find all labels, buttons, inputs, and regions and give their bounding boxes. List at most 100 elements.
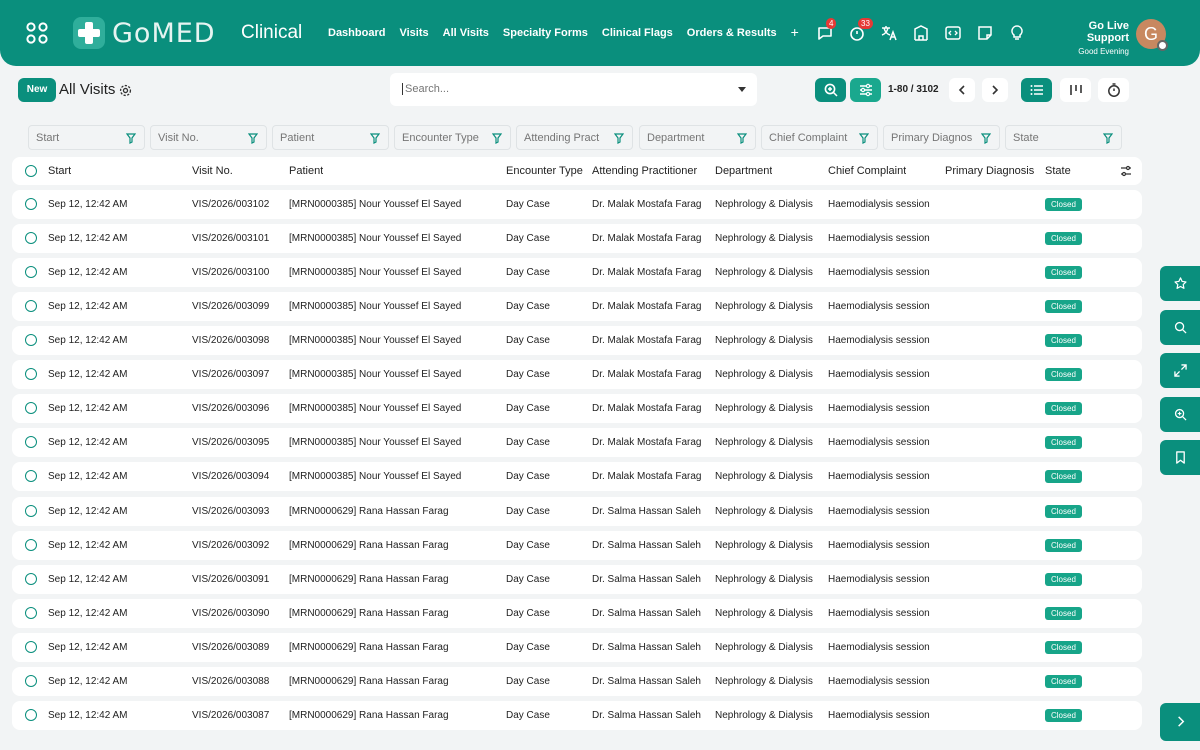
- column-header-patient[interactable]: Patient: [289, 157, 323, 185]
- column-header-attending-practitioner[interactable]: Attending Practitioner: [592, 157, 697, 185]
- chat-icon[interactable]: 4: [816, 18, 837, 42]
- cell-patient: [MRN0000385] Nour Youssef El Sayed: [289, 199, 462, 210]
- filter-state-input[interactable]: [1013, 132, 1105, 144]
- row-select-radio[interactable]: [25, 709, 37, 721]
- note-icon[interactable]: [976, 24, 994, 42]
- funnel-icon[interactable]: [248, 133, 258, 144]
- nav-add-button[interactable]: +: [791, 24, 799, 40]
- side-bookmark-button[interactable]: [1160, 440, 1200, 475]
- table-row[interactable]: Sep 12, 12:42 AM VIS/2026/003102 [MRN000…: [12, 190, 1142, 219]
- column-header-state[interactable]: State: [1045, 157, 1071, 185]
- column-header-department[interactable]: Department: [715, 157, 772, 185]
- translate-icon[interactable]: [880, 24, 898, 42]
- table-row[interactable]: Sep 12, 12:42 AM VIS/2026/003096 [MRN000…: [12, 394, 1142, 423]
- nav-all-visits[interactable]: All Visits: [443, 27, 489, 40]
- table-row[interactable]: Sep 12, 12:42 AM VIS/2026/003091 [MRN000…: [12, 565, 1142, 594]
- filter-chief-complaint-input[interactable]: [769, 132, 861, 144]
- row-select-radio[interactable]: [25, 470, 37, 482]
- column-header-visit-no[interactable]: Visit No.: [192, 157, 233, 185]
- row-select-radio[interactable]: [25, 641, 37, 653]
- funnel-icon[interactable]: [126, 133, 136, 144]
- side-expand-button[interactable]: [1160, 353, 1200, 388]
- status-badge: Closed: [1045, 641, 1082, 654]
- funnel-icon[interactable]: [492, 133, 502, 144]
- row-select-radio[interactable]: [25, 607, 37, 619]
- table-row[interactable]: Sep 12, 12:42 AM VIS/2026/003092 [MRN000…: [12, 531, 1142, 560]
- row-select-radio[interactable]: [25, 198, 37, 210]
- row-select-radio[interactable]: [25, 539, 37, 551]
- table-row[interactable]: Sep 12, 12:42 AM VIS/2026/003101 [MRN000…: [12, 224, 1142, 253]
- filter-department: [639, 125, 756, 150]
- search-dropdown-icon[interactable]: [738, 87, 746, 92]
- column-header-chief-complaint[interactable]: Chief Complaint: [828, 157, 906, 185]
- code-icon[interactable]: [944, 24, 962, 42]
- prev-page-button[interactable]: [949, 78, 975, 102]
- column-settings-icon[interactable]: [1120, 165, 1132, 177]
- side-favorites-button[interactable]: [1160, 266, 1200, 301]
- table-row[interactable]: Sep 12, 12:42 AM VIS/2026/003088 [MRN000…: [12, 667, 1142, 696]
- new-button[interactable]: New: [18, 78, 56, 102]
- building-icon[interactable]: [912, 24, 930, 42]
- filter-settings-button[interactable]: [850, 78, 881, 102]
- search-input[interactable]: [402, 83, 722, 95]
- nav-clinical-flags[interactable]: Clinical Flags: [602, 27, 673, 40]
- side-panel-toggle-button[interactable]: [1160, 703, 1200, 741]
- row-select-radio[interactable]: [25, 232, 37, 244]
- side-zoom-button[interactable]: [1160, 397, 1200, 432]
- table-row[interactable]: Sep 12, 12:42 AM VIS/2026/003090 [MRN000…: [12, 599, 1142, 628]
- row-select-radio[interactable]: [25, 675, 37, 687]
- column-header-encounter-type[interactable]: Encounter Type: [506, 157, 583, 185]
- side-search-button[interactable]: [1160, 310, 1200, 345]
- row-select-radio[interactable]: [25, 334, 37, 346]
- filter-visit-no-input[interactable]: [158, 132, 250, 144]
- timer-icon[interactable]: 33: [848, 18, 873, 42]
- table-row[interactable]: Sep 12, 12:42 AM VIS/2026/003089 [MRN000…: [12, 633, 1142, 662]
- row-select-radio[interactable]: [25, 300, 37, 312]
- table-row[interactable]: Sep 12, 12:42 AM VIS/2026/003100 [MRN000…: [12, 258, 1142, 287]
- next-page-button[interactable]: [982, 78, 1008, 102]
- gear-icon[interactable]: [119, 84, 132, 97]
- logo[interactable]: GoMED: [72, 16, 216, 50]
- row-select-radio[interactable]: [25, 573, 37, 585]
- table-row[interactable]: Sep 12, 12:42 AM VIS/2026/003087 [MRN000…: [12, 701, 1142, 730]
- row-select-radio[interactable]: [25, 436, 37, 448]
- list-view-button[interactable]: [1021, 78, 1052, 102]
- select-all-radio[interactable]: [25, 165, 37, 177]
- table-row[interactable]: Sep 12, 12:42 AM VIS/2026/003093 [MRN000…: [12, 497, 1142, 526]
- cell-encounter-type: Day Case: [506, 335, 550, 346]
- row-select-radio[interactable]: [25, 505, 37, 517]
- timer-view-button[interactable]: [1098, 78, 1129, 102]
- nav-orders-results[interactable]: Orders & Results: [687, 27, 777, 40]
- avatar[interactable]: G: [1136, 19, 1168, 51]
- filter-patient-input[interactable]: [280, 132, 372, 144]
- support-block[interactable]: Go Live Support Good Evening: [1053, 20, 1129, 56]
- row-select-radio[interactable]: [25, 266, 37, 278]
- table-row[interactable]: Sep 12, 12:42 AM VIS/2026/003094 [MRN000…: [12, 462, 1142, 491]
- funnel-icon[interactable]: [614, 133, 624, 144]
- column-header-primary-diagnosis[interactable]: Primary Diagnosis: [945, 157, 1034, 185]
- row-select-radio[interactable]: [25, 368, 37, 380]
- apps-grid-icon[interactable]: [26, 22, 48, 44]
- filter-attending-input[interactable]: [524, 132, 616, 144]
- filter-department-input[interactable]: [647, 132, 739, 144]
- funnel-icon[interactable]: [981, 133, 991, 144]
- table-row[interactable]: Sep 12, 12:42 AM VIS/2026/003097 [MRN000…: [12, 360, 1142, 389]
- column-header-start[interactable]: Start: [48, 157, 71, 185]
- table-row[interactable]: Sep 12, 12:42 AM VIS/2026/003095 [MRN000…: [12, 428, 1142, 457]
- filter-start-input[interactable]: [36, 132, 128, 144]
- funnel-icon[interactable]: [737, 133, 747, 144]
- table-row[interactable]: Sep 12, 12:42 AM VIS/2026/003098 [MRN000…: [12, 326, 1142, 355]
- funnel-icon[interactable]: [370, 133, 380, 144]
- funnel-icon[interactable]: [1103, 133, 1113, 144]
- funnel-icon[interactable]: [859, 133, 869, 144]
- nav-dashboard[interactable]: Dashboard: [328, 27, 385, 40]
- lightbulb-icon[interactable]: [1008, 24, 1026, 42]
- table-row[interactable]: Sep 12, 12:42 AM VIS/2026/003099 [MRN000…: [12, 292, 1142, 321]
- zoom-search-button[interactable]: [815, 78, 846, 102]
- filter-primary-diagnosis-input[interactable]: [891, 132, 983, 144]
- filter-encounter-type-input[interactable]: [402, 132, 494, 144]
- nav-visits[interactable]: Visits: [399, 27, 428, 40]
- nav-specialty-forms[interactable]: Specialty Forms: [503, 27, 588, 40]
- row-select-radio[interactable]: [25, 402, 37, 414]
- kanban-view-button[interactable]: [1060, 78, 1091, 102]
